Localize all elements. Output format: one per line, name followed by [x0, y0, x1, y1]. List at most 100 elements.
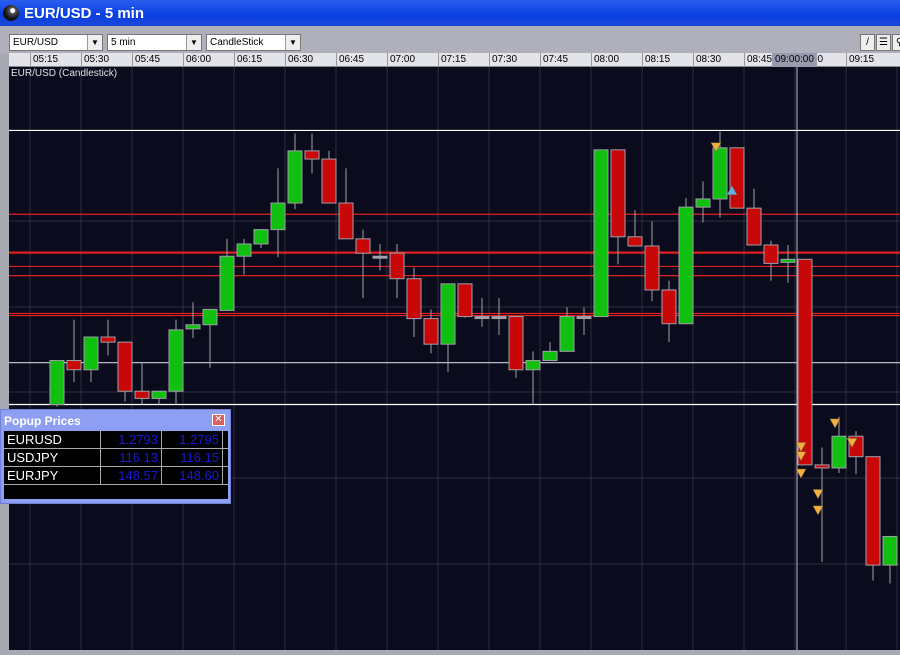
prices-table: EURUSD 1.2793 1.2795 USDJPY 116.13 116.15 EU… — [4, 431, 228, 499]
candle-down — [746, 207, 762, 246]
time-tick: 07:00 — [387, 53, 438, 67]
chart-type-select[interactable]: CandleStick ▼ — [206, 34, 301, 51]
chart-type-value: CandleStick — [210, 37, 264, 48]
candle-up — [236, 243, 252, 257]
time-tick: 06:00 — [183, 53, 234, 67]
candle-down — [406, 278, 422, 320]
time-tick: 07:15 — [438, 53, 489, 67]
cursor-time-label: 09:00:00 — [772, 53, 817, 67]
app-icon — [3, 5, 19, 21]
candle-up — [83, 336, 99, 371]
chart-label: EUR/USD (Candlestick) — [11, 68, 118, 79]
candle-down — [117, 341, 133, 392]
candle-up — [542, 350, 558, 362]
candle-down — [797, 258, 813, 466]
candle-up — [219, 255, 235, 311]
time-tick: 08:00 — [591, 53, 642, 67]
symbol-select[interactable]: EUR/USD ▼ — [9, 34, 103, 51]
time-tick: 05:15 — [30, 53, 81, 67]
popup-prices-window[interactable]: Popup Prices ✕ EURUSD 1.2793 1.2795 USDJPY… — [0, 409, 231, 504]
time-tick: 08:15 — [642, 53, 693, 67]
candle-up — [202, 308, 218, 326]
time-tick: 06:45 — [336, 53, 387, 67]
candle-up — [559, 316, 575, 352]
time-tick: 06:30 — [285, 53, 336, 67]
ask[interactable]: 1.2795 — [162, 431, 223, 448]
popup-title: Popup Prices — [4, 414, 81, 428]
symbol: USDJPY — [4, 449, 101, 466]
close-icon[interactable]: ✕ — [212, 414, 225, 426]
bid[interactable]: 148.57 — [101, 467, 162, 484]
horizontal-lines-icon[interactable]: ☰ — [876, 34, 891, 51]
candle-down — [66, 360, 82, 371]
candle-up — [593, 149, 609, 318]
zoom-icon[interactable]: ⚲ — [892, 34, 900, 51]
candle-down — [644, 245, 660, 291]
candle-up — [185, 324, 201, 330]
price-row[interactable]: EURJPY 148.57 148.60 — [4, 467, 228, 485]
candle-down — [627, 236, 643, 247]
toolbar: EUR/USD ▼ 5 min ▼ CandleStick ▼ / ☰ ⚲ — [0, 26, 900, 53]
time-tick: 08:30 — [693, 53, 744, 67]
ask[interactable]: 116.15 — [162, 449, 223, 466]
candle-down — [814, 464, 830, 469]
price-row[interactable]: USDJPY 116.13 116.15 — [4, 449, 228, 467]
bid[interactable]: 116.13 — [101, 449, 162, 466]
chevron-down-icon[interactable]: ▼ — [285, 35, 300, 50]
symbol: EURJPY — [4, 467, 101, 484]
candle-up — [287, 150, 303, 204]
interval-select[interactable]: 5 min ▼ — [107, 34, 202, 51]
candle-up — [474, 316, 490, 320]
chevron-down-icon[interactable]: ▼ — [186, 35, 201, 50]
candle-down — [304, 150, 320, 160]
draw-line-icon[interactable]: / — [860, 34, 875, 51]
interval-value: 5 min — [111, 37, 136, 48]
price-row[interactable]: EURUSD 1.2793 1.2795 — [4, 431, 228, 449]
time-tick: 07:30 — [489, 53, 540, 67]
candle-down — [763, 244, 779, 264]
chevron-down-icon[interactable]: ▼ — [87, 35, 102, 50]
candle-down — [321, 158, 337, 204]
candle-down — [729, 147, 745, 209]
candle-up — [780, 258, 796, 263]
time-tick: 06:15 — [234, 53, 285, 67]
time-tick: 05:30 — [81, 53, 132, 67]
candle-up — [831, 435, 847, 469]
candle-up — [712, 147, 728, 200]
candle-up — [678, 206, 694, 325]
candle-down — [389, 252, 405, 280]
candlestick-chart — [9, 67, 900, 650]
candle-down — [134, 390, 150, 399]
candle-down — [508, 316, 524, 371]
symbol-value: EUR/USD — [13, 37, 59, 48]
candle-up — [372, 255, 388, 259]
candle-down — [457, 283, 473, 318]
candle-down — [610, 149, 626, 238]
chart-area[interactable] — [9, 67, 900, 650]
candle-up — [576, 316, 592, 320]
candle-up — [525, 360, 541, 371]
candle-down — [338, 202, 354, 240]
symbol: EURUSD — [4, 431, 101, 448]
candle-up — [695, 198, 711, 208]
time-tick: 07:45 — [540, 53, 591, 67]
ask[interactable]: 148.60 — [162, 467, 223, 484]
candle-down — [661, 289, 677, 325]
time-tick: 09:15 — [846, 53, 897, 67]
bid[interactable]: 1.2793 — [101, 431, 162, 448]
time-tick: 05:45 — [132, 53, 183, 67]
candle-up — [882, 535, 898, 566]
candle-up — [253, 229, 269, 245]
candle-down — [355, 238, 371, 254]
candle-up — [49, 360, 65, 406]
candle-up — [440, 283, 456, 345]
time-axis: 05:15 05:30 05:45 06:00 06:15 06:30 06:45 07:00… — [9, 53, 900, 67]
candle-up — [491, 316, 507, 320]
candle-down — [423, 318, 439, 345]
window-title: EUR/USD - 5 min — [24, 4, 145, 22]
title-bar: EUR/USD - 5 min — [0, 0, 900, 26]
candle-up — [270, 202, 286, 231]
candle-down — [865, 456, 881, 566]
candle-down — [100, 336, 116, 343]
left-border — [0, 53, 9, 650]
